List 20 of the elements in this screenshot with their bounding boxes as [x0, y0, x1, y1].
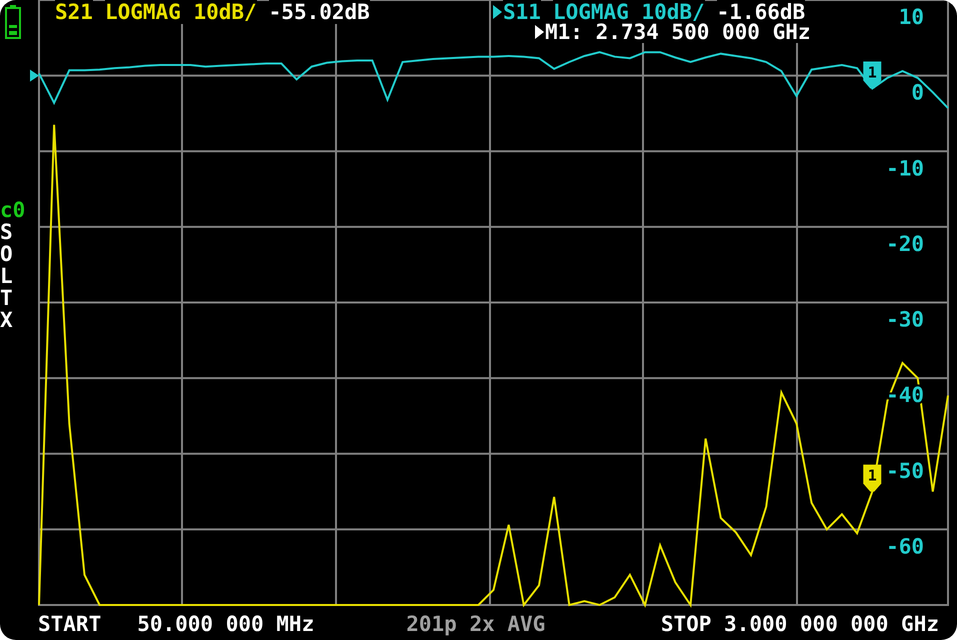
trace-value: -55.02dB — [268, 0, 370, 24]
axis-tick-label: -60 — [886, 534, 924, 558]
axis-tick-label: -30 — [886, 308, 924, 332]
start-label: START — [38, 613, 102, 635]
calibration-label: c0 — [0, 199, 26, 221]
axis-tick-label: -50 — [886, 458, 924, 483]
axis-tick-label: -10 — [886, 156, 924, 180]
stop-frequency: STOP 3.000 000 000 GHz — [660, 613, 939, 635]
calibration-flags: SOLTX — [0, 221, 14, 332]
trace-format-label: LOGMAG 10dB/ — [104, 0, 257, 24]
start-frequency: 50.000 000 MHz — [137, 613, 314, 635]
axis-tick-label: 10 — [898, 5, 924, 29]
marker-flag: 1 — [863, 464, 882, 492]
reference-level-icon — [30, 70, 39, 82]
sweep-info: 201p 2x AVG — [406, 613, 546, 635]
axis-tick-label: 0 — [911, 80, 924, 105]
axis-tick-label: -20 — [886, 232, 924, 256]
battery-icon — [5, 5, 21, 39]
marker-flag: 1 — [863, 61, 882, 88]
marker-readout: M1: 2.734 500 000 GHz — [545, 21, 811, 43]
